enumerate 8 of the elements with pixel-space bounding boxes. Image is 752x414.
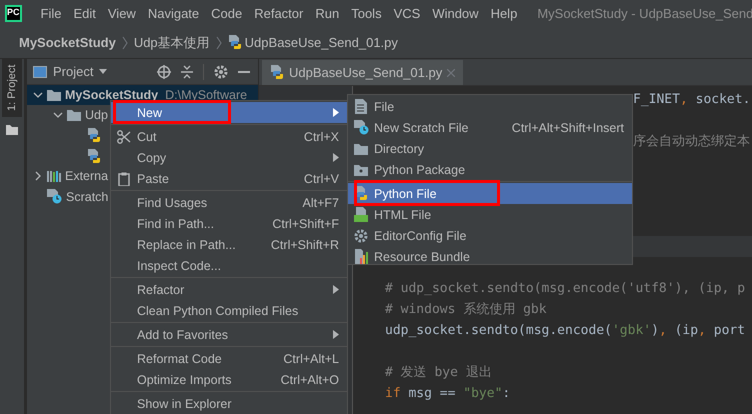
code-line: # udp_socket.sendto(msg.encode('utf8'), (ip, p [385, 281, 746, 296]
code-line: if msg == "bye": [385, 386, 510, 401]
code-line: # windows 系统使用 gbk [385, 302, 547, 317]
code-line: udp_socket.sendto(msg.encode('gbk'), (ip, port [385, 323, 746, 338]
app-logo: PC [5, 5, 22, 22]
code-line: # 发送 bye 退出 [385, 365, 492, 380]
code-line: 序会自动动态绑定本 [633, 134, 750, 149]
code-line: F_INET, socket. [633, 92, 750, 107]
